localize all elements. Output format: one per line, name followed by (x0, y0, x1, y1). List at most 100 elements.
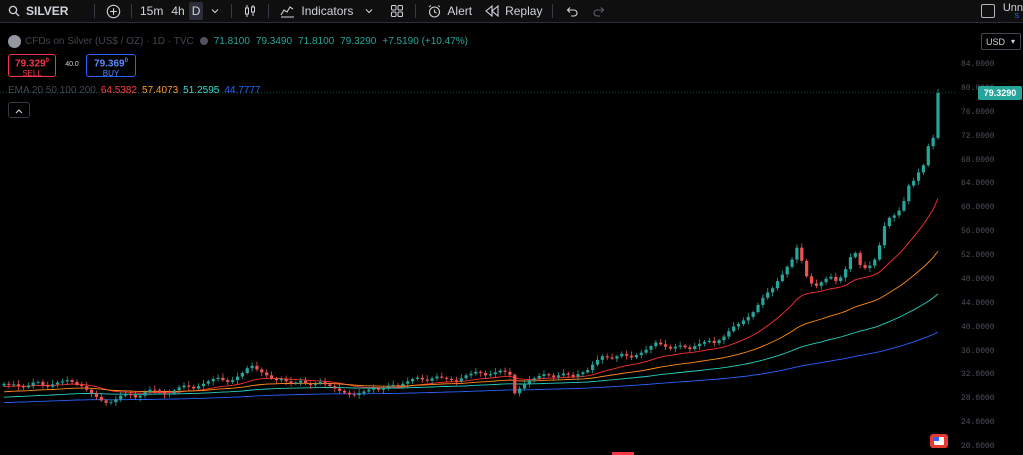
symbol-search-button[interactable]: SILVER (0, 0, 90, 23)
candle-body (51, 384, 55, 387)
us-flag-icon[interactable] (930, 434, 948, 448)
candle-body (921, 165, 926, 173)
candle-body (625, 353, 629, 356)
candle-body (931, 137, 935, 147)
candle-body (673, 346, 677, 349)
candle-body (693, 346, 697, 350)
symbol-title[interactable]: CFDs on Silver (US$ / OZ) · 1D · TVC (25, 36, 194, 47)
candle-body (678, 345, 682, 347)
currency-select[interactable]: USD ▾ (981, 33, 1021, 50)
candle-body (688, 347, 692, 350)
candle-body (12, 384, 16, 386)
candle-body (732, 326, 736, 332)
candle-body (605, 356, 609, 358)
candle-body (498, 370, 502, 373)
candle-body (255, 365, 259, 370)
candle-body (245, 368, 249, 373)
price-chart[interactable] (0, 50, 955, 455)
candle-body (36, 381, 40, 383)
candle-body (221, 377, 225, 381)
symbol-legend: CFDs on Silver (US$ / OZ) · 1D · TVC 71.… (8, 33, 474, 49)
top-toolbar: SILVER 15m 4h D Indicators Alert Replay … (0, 0, 1023, 23)
price-tick-label: 24.0000 (961, 418, 995, 428)
alert-button[interactable]: Alert (420, 0, 478, 23)
indicators-button[interactable]: Indicators (273, 0, 383, 23)
undo-button[interactable] (557, 0, 585, 23)
candle-body (503, 370, 507, 372)
candle-body (153, 389, 157, 391)
candle-body (873, 259, 877, 266)
candle-body (274, 378, 279, 381)
alert-label: Alert (447, 4, 473, 18)
candle-body (406, 381, 410, 384)
candle-body (542, 374, 546, 376)
candle-body (698, 343, 702, 347)
chart-type-button[interactable] (236, 0, 264, 23)
indicators-icon (279, 3, 295, 19)
candle-body (435, 376, 439, 379)
candle-body (211, 378, 215, 382)
candle-body (829, 276, 833, 279)
divider (94, 4, 95, 18)
candle-body (376, 388, 381, 390)
candle-body (269, 375, 274, 379)
candle-body (629, 355, 634, 358)
candle-body (639, 352, 643, 356)
chevron-down-icon (207, 3, 223, 19)
candle-body (887, 217, 891, 227)
candle-body (532, 378, 536, 381)
candle-body (192, 386, 196, 389)
candle-body (299, 380, 303, 383)
candle-body (464, 375, 468, 379)
candle-body (668, 346, 673, 349)
candle-body (766, 292, 770, 298)
candle-body (294, 382, 298, 384)
candle-body (449, 378, 454, 381)
candle-body (571, 374, 575, 377)
workspace-checkbox[interactable] (981, 4, 995, 18)
candle-body (313, 383, 317, 385)
user-menu[interactable]: Unn (1003, 2, 1023, 14)
candle-body (226, 380, 230, 382)
candle-body (85, 386, 89, 390)
price-axis[interactable]: 84.000080.000076.000072.000068.000064.00… (955, 50, 1023, 455)
currency-label: USD (986, 36, 1006, 47)
interval-dropdown[interactable] (203, 0, 227, 23)
candle-body (552, 375, 556, 378)
candle-body (21, 386, 26, 388)
interval-4h[interactable]: 4h (167, 0, 188, 23)
replay-label: Replay (505, 4, 543, 18)
candle-body (231, 380, 235, 382)
candle-body (659, 342, 663, 345)
candle-body (654, 342, 658, 347)
candle-body (265, 372, 269, 376)
candle-body (912, 180, 916, 186)
interval-d[interactable]: D (188, 2, 204, 20)
candle-body (805, 260, 809, 277)
candle-body (907, 185, 911, 202)
candle-body (892, 215, 896, 218)
compare-button[interactable] (99, 0, 127, 23)
indicator-templates-button[interactable] (383, 0, 411, 23)
close-value: 79.3290 (340, 35, 377, 47)
price-tick-label: 64.0000 (961, 179, 995, 189)
redo-button[interactable] (585, 0, 613, 23)
candle-body (411, 378, 415, 382)
interval-15m[interactable]: 15m (136, 0, 167, 23)
candle-body (683, 345, 687, 348)
candle-body (839, 277, 843, 282)
market-status-icon[interactable] (199, 37, 208, 45)
alert-icon (426, 3, 442, 19)
candle-body (177, 387, 181, 391)
candle-body (143, 392, 147, 396)
chevron-down-icon: ▾ (1011, 37, 1016, 46)
candle-body (707, 340, 711, 342)
candle-body (109, 402, 113, 404)
replay-button[interactable]: Replay (478, 0, 548, 23)
candle-body (756, 304, 760, 313)
candle-body (556, 375, 561, 378)
candle-body (566, 373, 570, 375)
candle-body (610, 357, 614, 359)
candle-body (926, 146, 930, 166)
candle-body (289, 381, 293, 384)
